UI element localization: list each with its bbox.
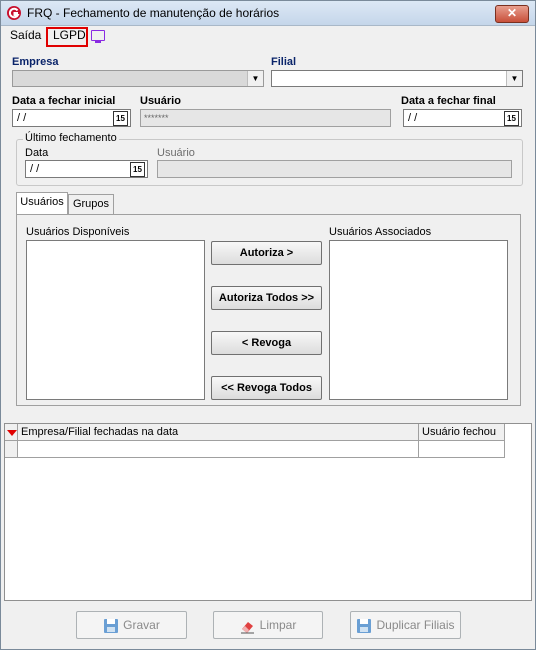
limpar-button: Limpar [213,611,323,639]
limpar-label: Limpar [259,618,297,632]
tab-usuarios[interactable]: Usuários [16,192,68,214]
chevron-down-icon[interactable]: ▼ [506,71,522,86]
data-final-input[interactable]: / / 15 [403,109,522,127]
calendar-icon[interactable]: 15 [504,111,519,126]
empresa-label: Empresa [12,56,59,68]
autoriza-todos-button[interactable]: Autoriza Todos >> [211,286,322,310]
row-indicator [5,441,18,458]
data-inicial-input[interactable]: / / 15 [12,109,131,127]
app-logo-icon [7,6,21,20]
usuarios-associados-list[interactable] [329,240,508,400]
uf-usuario-field [157,160,512,178]
table-cell[interactable] [18,441,419,458]
uf-usuario-label: Usuário [157,147,195,159]
sort-triangle-icon [7,430,17,436]
gravar-label: Gravar [123,618,160,632]
disponiveis-label: Usuários Disponíveis [26,226,130,238]
calendar-icon[interactable]: 15 [130,162,145,177]
filial-select[interactable]: ▼ [271,70,523,87]
autoriza-button[interactable]: Autoriza > [211,241,322,265]
calendar-icon[interactable]: 15 [113,111,128,126]
gravar-button: Gravar [76,611,187,639]
chevron-down-icon[interactable]: ▼ [247,71,263,86]
revoga-todos-button[interactable]: << Revoga Todos [211,376,322,400]
ultimo-fechamento-legend: Último fechamento [23,132,119,144]
associados-label: Usuários Associados [329,226,432,238]
main-window: FRQ - Fechamento de manutenção de horári… [0,0,536,650]
title-bar: FRQ - Fechamento de manutenção de horári… [1,1,535,26]
usuario-label: Usuário [140,95,181,107]
menu-saida[interactable]: Saída [10,28,41,42]
data-final-label: Data a fechar final [401,95,496,107]
close-button[interactable]: ✕ [495,5,529,23]
grid-header-usuario-fechou[interactable]: Usuário fechou [419,424,505,441]
duplicar-filiais-button: Duplicar Filiais [350,611,461,639]
uf-data-value: / / [30,163,40,175]
fechamento-grid[interactable]: Empresa/Filial fechadas na data Usuário … [4,423,532,601]
uf-data-input[interactable]: / / 15 [25,160,148,178]
monitor-icon[interactable] [91,30,105,43]
window-title: FRQ - Fechamento de manutenção de horári… [27,6,280,20]
grid-header-empresa-filial[interactable]: Empresa/Filial fechadas na data [18,424,419,441]
data-inicial-value: / / [17,112,27,124]
data-inicial-label: Data a fechar inicial [12,95,116,107]
save-icon [357,618,372,633]
eraser-icon [240,621,254,634]
grid-indicator-header [5,424,18,441]
data-final-value: / / [408,112,418,124]
lgpd-highlight-box [46,27,88,47]
empresa-select[interactable]: ▼ [12,70,264,87]
revoga-button[interactable]: < Revoga [211,331,322,355]
save-icon [104,618,119,633]
filial-label: Filial [271,56,297,68]
tab-grupos[interactable]: Grupos [68,194,114,214]
usuarios-disponiveis-list[interactable] [26,240,205,400]
usuario-value: ******* [144,113,169,123]
duplicar-label: Duplicar Filiais [376,618,455,632]
usuario-field: ******* [140,109,391,127]
table-cell[interactable] [419,441,505,458]
uf-data-label: Data [25,147,49,159]
